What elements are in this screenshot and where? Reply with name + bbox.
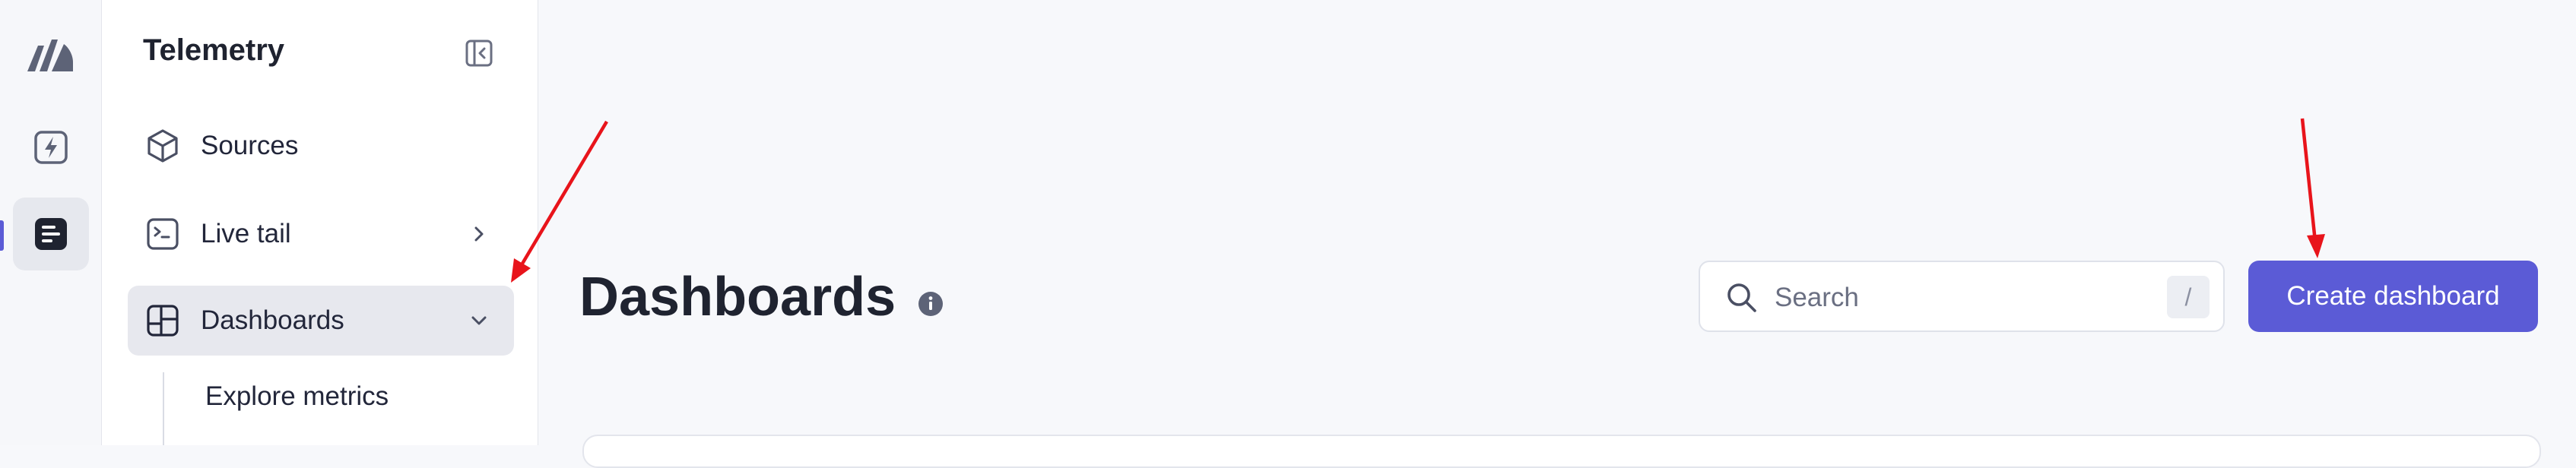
create-dashboard-button[interactable]: Create dashboard [2248,261,2538,332]
sidebar-item-label: Live tail [201,219,291,248]
page-title: Dashboards [579,267,896,327]
search-icon [1727,283,1756,312]
brand-logo-icon[interactable] [24,29,76,74]
sidebar-item-dashboards[interactable]: Dashboards [128,286,514,356]
info-icon[interactable] [917,290,944,318]
chevron-down-icon[interactable] [464,305,494,336]
sidebar-item-sources[interactable]: Sources [128,111,514,181]
sidebar-collapse-icon [465,40,493,67]
dashboard-list-card [582,435,2541,468]
sidebar-item-label: Sources [201,131,299,160]
cube-icon [144,128,181,164]
sidebar-title: Telemetry [143,33,285,67]
search-placeholder: Search [1775,283,1859,312]
app-rail [0,0,102,445]
collapse-sidebar-button[interactable] [464,38,494,68]
telemetry-icon [35,218,67,250]
dashboard-icon [144,302,181,339]
sidebar: Telemetry Sources Live tail Dashboards E… [102,0,538,445]
terminal-icon [144,216,181,252]
rail-active-marker [0,220,4,251]
annotation-arrow-right [2300,118,2325,258]
search-field[interactable]: Search / [1699,261,2225,332]
bolt-icon [34,131,68,164]
sidebar-subitem-explore-metrics[interactable]: Explore metrics [205,381,389,412]
submenu-guide-line [163,372,164,445]
rail-item-telemetry[interactable] [13,198,89,270]
rail-item-incidents[interactable] [13,111,89,184]
sidebar-item-label: Dashboards [201,305,344,335]
chevron-right-icon[interactable] [464,219,494,249]
search-shortcut-key: / [2167,276,2210,318]
sidebar-item-live-tail[interactable]: Live tail [128,199,514,269]
